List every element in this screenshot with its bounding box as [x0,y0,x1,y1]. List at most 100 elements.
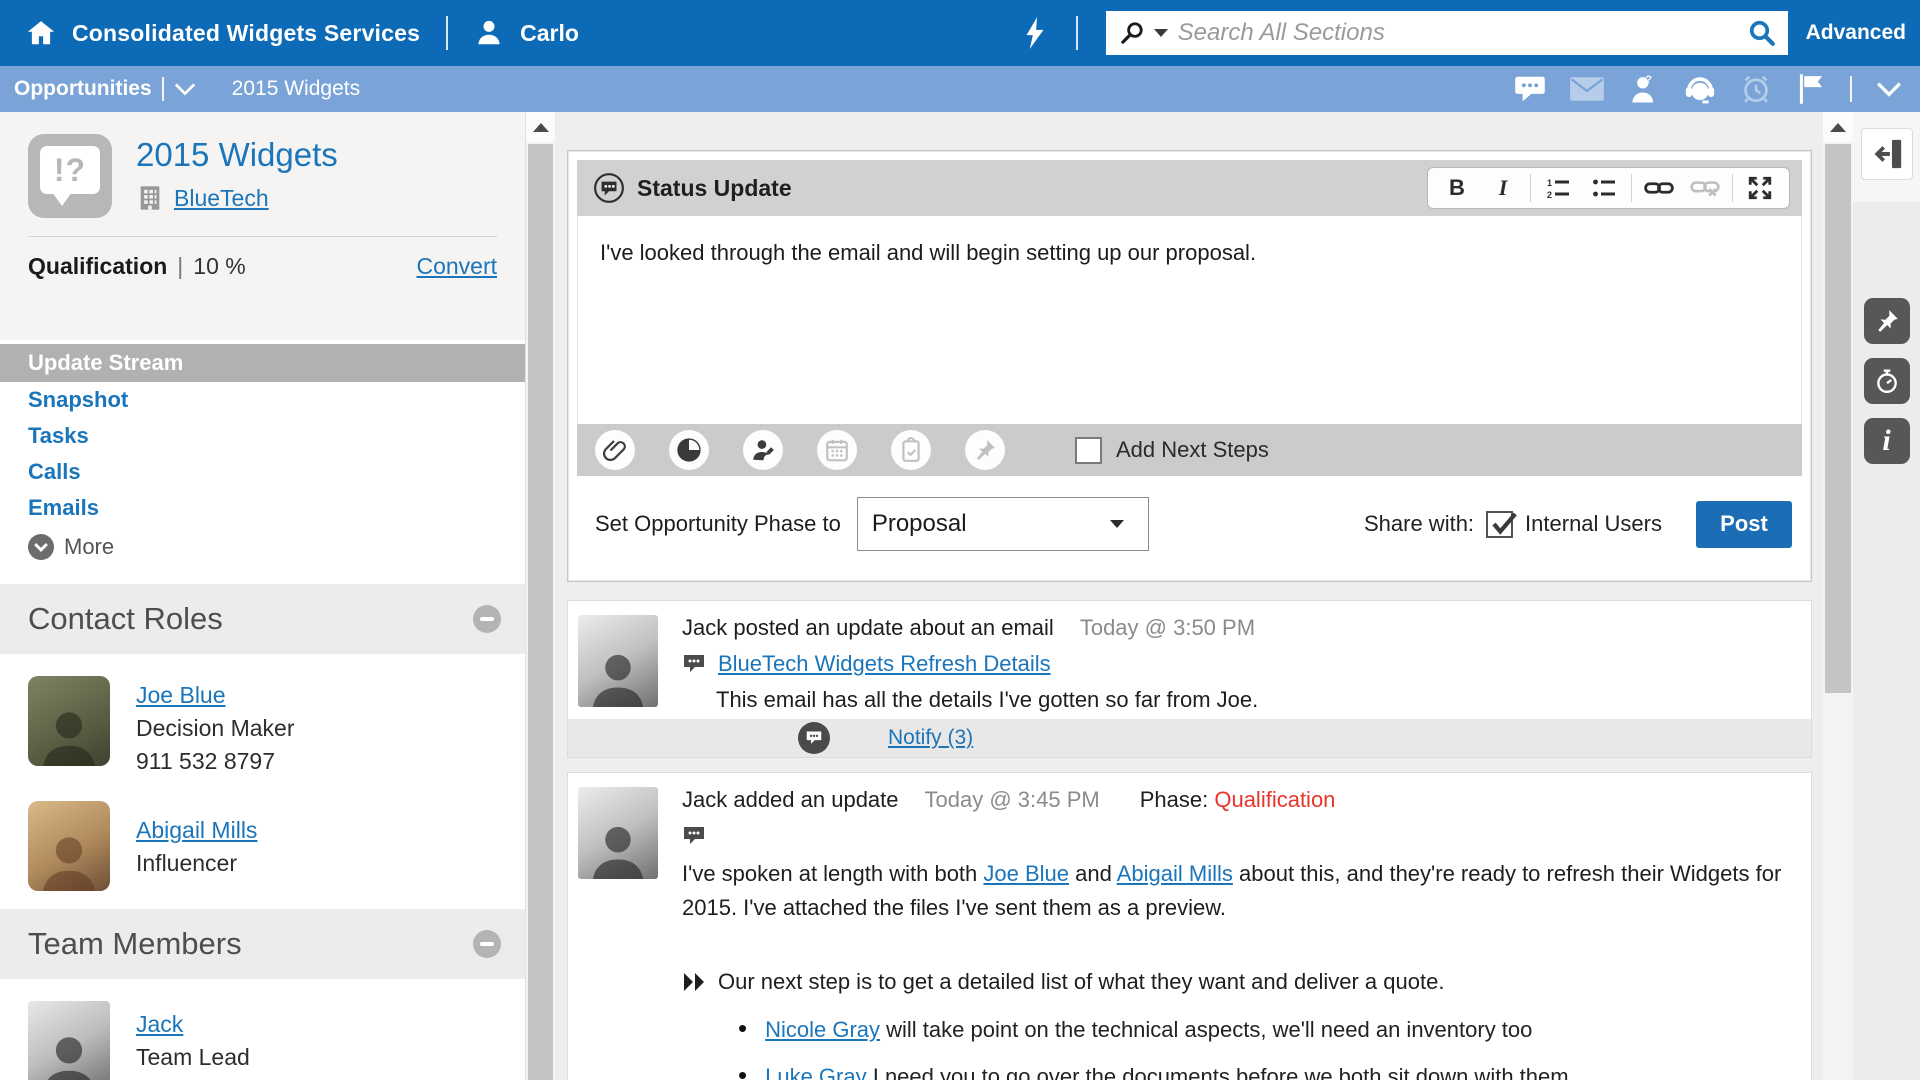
rich-text-toolbar: B I 12 [1427,167,1790,209]
contact-role: Decision Maker [136,715,295,742]
ordered-list-icon[interactable]: 12 [1535,171,1581,205]
alarm-icon[interactable] [1740,73,1772,105]
link-icon[interactable] [1636,171,1682,205]
contact-card: Abigail Mills Influencer [0,779,525,895]
paperclip-icon[interactable] [595,430,635,470]
advanced-search-button[interactable]: Advanced [1806,21,1906,45]
pin-icon[interactable] [965,430,1005,470]
clock-icon[interactable] [669,430,709,470]
sidebar-item-tasks[interactable]: Tasks [0,418,525,454]
record-nav-bar: Opportunities 2015 Widgets ? [0,66,1920,112]
lightning-icon[interactable] [1022,16,1048,50]
collapse-team-members-icon[interactable] [473,930,501,958]
composer-footer: Set Opportunity Phase to Proposal Share … [577,476,1802,572]
sidebar-item-calls[interactable]: Calls [0,454,525,490]
search-input[interactable] [1178,19,1742,47]
svg-text:1: 1 [1547,178,1552,188]
convert-link[interactable]: Convert [416,253,497,280]
avatar-jack[interactable] [28,1001,110,1080]
main-scroll-up-button[interactable] [1823,112,1853,142]
contact-roles-title: Contact Roles [28,601,223,637]
team-members-header: Team Members [0,909,525,979]
current-user-name[interactable]: Carlo [520,20,579,47]
mention-link[interactable]: Luke Gray [765,1064,867,1080]
chevron-down-icon[interactable] [1876,80,1902,98]
person-edit-icon[interactable] [743,430,783,470]
composer-attachment-toolbar: Add Next Steps [577,424,1802,476]
contact-name-link[interactable]: Abigail Mills [136,817,257,844]
bullet-list-icon[interactable] [1581,171,1627,205]
search-scope-icon[interactable] [1118,19,1146,47]
feed-timestamp: Today @ 3:50 PM [1080,615,1255,641]
main-scrollbar-thumb[interactable] [1825,144,1851,693]
sidebar-scrollbar-thumb[interactable] [528,144,553,1080]
mention-link[interactable]: Nicole Gray [765,1017,880,1042]
mention-link[interactable]: Abigail Mills [1117,861,1233,886]
person-question-icon[interactable]: ? [1628,73,1660,105]
section-menu[interactable]: Opportunities [14,77,152,101]
expand-icon[interactable] [1737,171,1783,205]
feed-action-text: Jack added an update [682,787,899,813]
calendar-icon[interactable] [817,430,857,470]
account-link[interactable]: BlueTech [174,185,269,212]
contact-name-link[interactable]: Joe Blue [136,682,295,709]
speech-bubble-icon [682,653,706,675]
add-next-steps-toggle[interactable]: Add Next Steps [1075,437,1269,464]
avatar-jack[interactable] [578,787,658,879]
search-box [1106,11,1788,55]
main-scrollbar [1823,112,1853,1080]
avatar-abigail-mills[interactable] [28,801,110,891]
status-update-icon [593,172,625,204]
italic-button[interactable]: I [1480,171,1526,205]
sidebar-item-emails[interactable]: Emails [0,490,525,526]
internal-users-checkbox[interactable] [1486,511,1513,538]
svg-text:2: 2 [1547,190,1552,200]
team-member-name-link[interactable]: Jack [136,1011,250,1038]
avatar-joe-blue[interactable] [28,676,110,766]
sidebar-scroll-up-button[interactable] [526,112,555,142]
pin-panel-icon[interactable] [1864,298,1910,344]
sidebar-item-snapshot[interactable]: Snapshot [0,382,525,418]
sidebar-item-update-stream[interactable]: Update Stream [0,344,525,382]
feed-item-status-update: Jack added an update Today @ 3:45 PM Pha… [567,772,1812,1080]
search-go-icon[interactable] [1742,14,1782,52]
add-next-steps-checkbox[interactable] [1075,437,1102,464]
notify-link[interactable]: Notify (3) [888,726,973,750]
contact-roles-header: Contact Roles [0,584,525,654]
unlink-icon[interactable] [1682,171,1728,205]
section-caret-icon[interactable] [174,82,196,96]
topbar-left: Consolidated Widgets Services Carlo [0,16,1022,50]
chat-bubble-icon[interactable] [1514,75,1546,103]
next-step-text: Our next step is to get a detailed list … [718,969,1444,995]
clipboard-check-icon[interactable] [891,430,931,470]
internal-users-label: Internal Users [1525,511,1662,537]
status-update-textarea[interactable]: I've looked through the email and will b… [577,216,1802,424]
post-button[interactable]: Post [1696,501,1792,548]
navbar-divider [162,77,164,101]
opportunity-logo-icon: !? [28,134,112,218]
more-chevron-icon [28,534,54,560]
stopwatch-icon[interactable] [1864,358,1910,404]
mail-icon[interactable] [1570,76,1604,102]
dock-left-icon[interactable] [1861,128,1913,180]
collapse-contact-roles-icon[interactable] [473,605,501,633]
flag-icon[interactable] [1796,73,1826,105]
navbar-icons-divider [1850,76,1852,102]
app-title: Consolidated Widgets Services [72,20,420,47]
bold-button[interactable]: B [1434,171,1480,205]
mention-link[interactable]: Joe Blue [983,861,1069,886]
home-icon[interactable] [26,18,56,48]
sidebar-more-button[interactable]: More [0,526,525,570]
status-update-composer: Status Update B I 12 [567,150,1812,582]
email-attachment-link[interactable]: BlueTech Widgets Refresh Details [718,651,1051,677]
avatar-jack[interactable] [578,615,658,707]
search-scope-caret-icon[interactable] [1154,29,1168,37]
right-tool-rail: i [1853,112,1920,1080]
dock-area [1853,112,1920,202]
team-member-card: Jack Team Lead [0,979,525,1080]
info-icon[interactable]: i [1864,418,1910,464]
phase-select[interactable]: Proposal [857,497,1149,551]
headset-icon[interactable] [1684,73,1716,105]
contact-card: Joe Blue Decision Maker 911 532 8797 [0,654,525,779]
topbar-divider [446,16,448,50]
